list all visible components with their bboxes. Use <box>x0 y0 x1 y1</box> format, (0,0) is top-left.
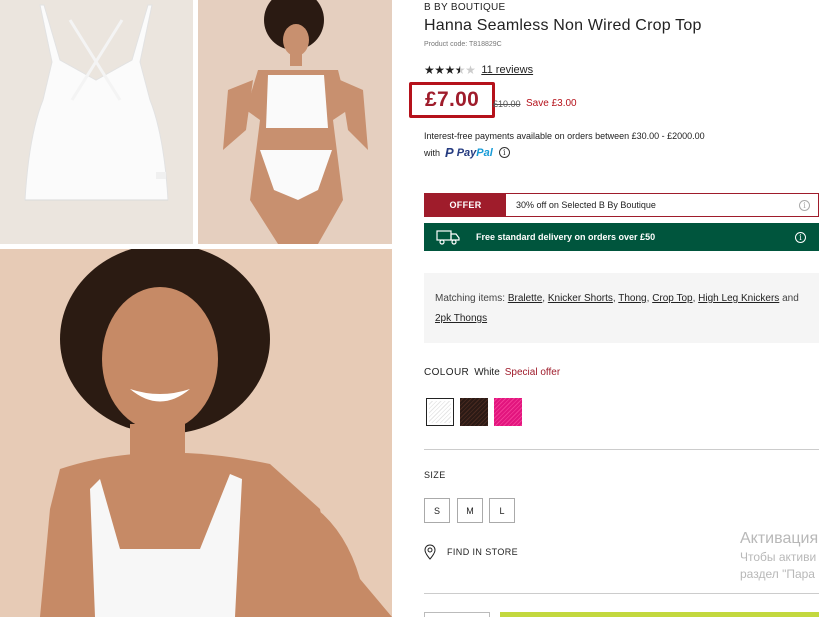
current-price: £7.00 <box>425 88 480 111</box>
info-icon[interactable]: i <box>498 147 510 158</box>
swatch-fill <box>429 401 451 423</box>
model-closeup-illustration <box>0 249 392 617</box>
delivery-text: Free standard delivery on orders over £5… <box>476 232 656 242</box>
star-icon: ★ <box>424 63 435 77</box>
product-image-model-full[interactable] <box>198 0 392 244</box>
info-icon[interactable]: i <box>799 199 810 211</box>
offer-text: 30% off on Selected B By Boutique <box>516 200 656 210</box>
truck-icon <box>436 230 460 245</box>
find-in-store-link[interactable]: FIND IN STORE <box>424 544 518 560</box>
original-price: £10.00 <box>493 99 521 109</box>
matching-link-bralette[interactable]: Bralette <box>508 293 542 304</box>
paypal-with-label: with <box>424 147 441 158</box>
crop-top-flatlay-illustration <box>0 0 193 244</box>
half-star-icon: ★ <box>455 64 466 76</box>
colour-swatch-white[interactable] <box>426 398 454 426</box>
matching-link-2pk-thongs[interactable]: 2pk Thongs <box>435 313 487 324</box>
activation-line: Чтобы активи <box>740 550 817 564</box>
matching-label: Matching items: <box>435 293 506 304</box>
model-full-body-illustration <box>198 0 392 244</box>
product-rating[interactable]: ★★★★★ 11 reviews <box>424 64 533 76</box>
location-pin-icon <box>424 544 436 560</box>
empty-star-icon: ★ <box>465 63 476 77</box>
rating-stars: ★★★★ ★ <box>424 63 476 77</box>
special-offer-label: Special offer <box>504 367 561 378</box>
colour-selector-label: COLOUR White Special offer <box>424 367 560 378</box>
offer-tag: OFFER <box>425 194 506 216</box>
reviews-link[interactable]: 11 reviews <box>481 64 533 76</box>
star-icon: ★ <box>434 63 445 77</box>
interest-free-text: Interest-free payments available on orde… <box>424 131 705 141</box>
product-image-flatlay[interactable] <box>0 0 193 244</box>
star-icon: ★ <box>444 63 456 77</box>
product-code: Product code: T818829C <box>424 41 502 48</box>
paypal-word-pal: Pal <box>476 146 493 159</box>
find-in-store-label: FIND IN STORE <box>447 547 519 557</box>
size-option-m[interactable]: M <box>457 498 483 523</box>
activation-title: Активация <box>740 530 819 547</box>
product-brand[interactable]: B BY BOUTIQUE <box>424 2 506 13</box>
activation-line: раздел "Пара <box>740 567 815 581</box>
quantity-selector[interactable] <box>424 612 490 617</box>
matching-link-thong[interactable]: Thong <box>618 293 646 304</box>
product-image-model-closeup[interactable] <box>0 249 392 617</box>
product-title: Hanna Seamless Non Wired Crop Top <box>424 17 702 34</box>
colour-swatch-brown[interactable] <box>460 398 488 426</box>
paypal-word-pay: Pay <box>456 146 477 159</box>
add-to-bag-button[interactable] <box>500 612 819 617</box>
colour-swatch-pink[interactable] <box>494 398 522 426</box>
divider <box>424 449 819 450</box>
matching-items: Matching items: Bralette, Knicker Shorts… <box>424 273 819 343</box>
delivery-banner[interactable]: Free standard delivery on orders over £5… <box>424 223 819 251</box>
colour-value: White <box>474 367 500 378</box>
matching-link-knicker-shorts[interactable]: Knicker Shorts <box>548 293 613 304</box>
offer-banner[interactable]: OFFER 30% off on Selected B By Boutique … <box>424 193 819 217</box>
savings-text: Save £3.00 <box>526 98 577 109</box>
matching-and: and <box>782 293 799 304</box>
matching-link-high-leg-knickers[interactable]: High Leg Knickers <box>698 293 779 304</box>
size-option-s[interactable]: S <box>424 498 450 523</box>
matching-link-crop-top[interactable]: Crop Top <box>652 293 692 304</box>
colour-label: COLOUR <box>424 367 470 378</box>
divider <box>424 593 819 594</box>
paypal-logo: P Pay Pal <box>445 145 493 160</box>
size-option-l[interactable]: L <box>489 498 515 523</box>
paypal-mark: P <box>445 145 454 160</box>
info-icon[interactable]: i <box>795 231 806 243</box>
size-label: SIZE <box>424 470 446 480</box>
paypal-row: with P Pay Pal i <box>424 145 510 160</box>
windows-activation-watermark: Активация Чтобы активи раздел "Пара <box>740 530 818 581</box>
